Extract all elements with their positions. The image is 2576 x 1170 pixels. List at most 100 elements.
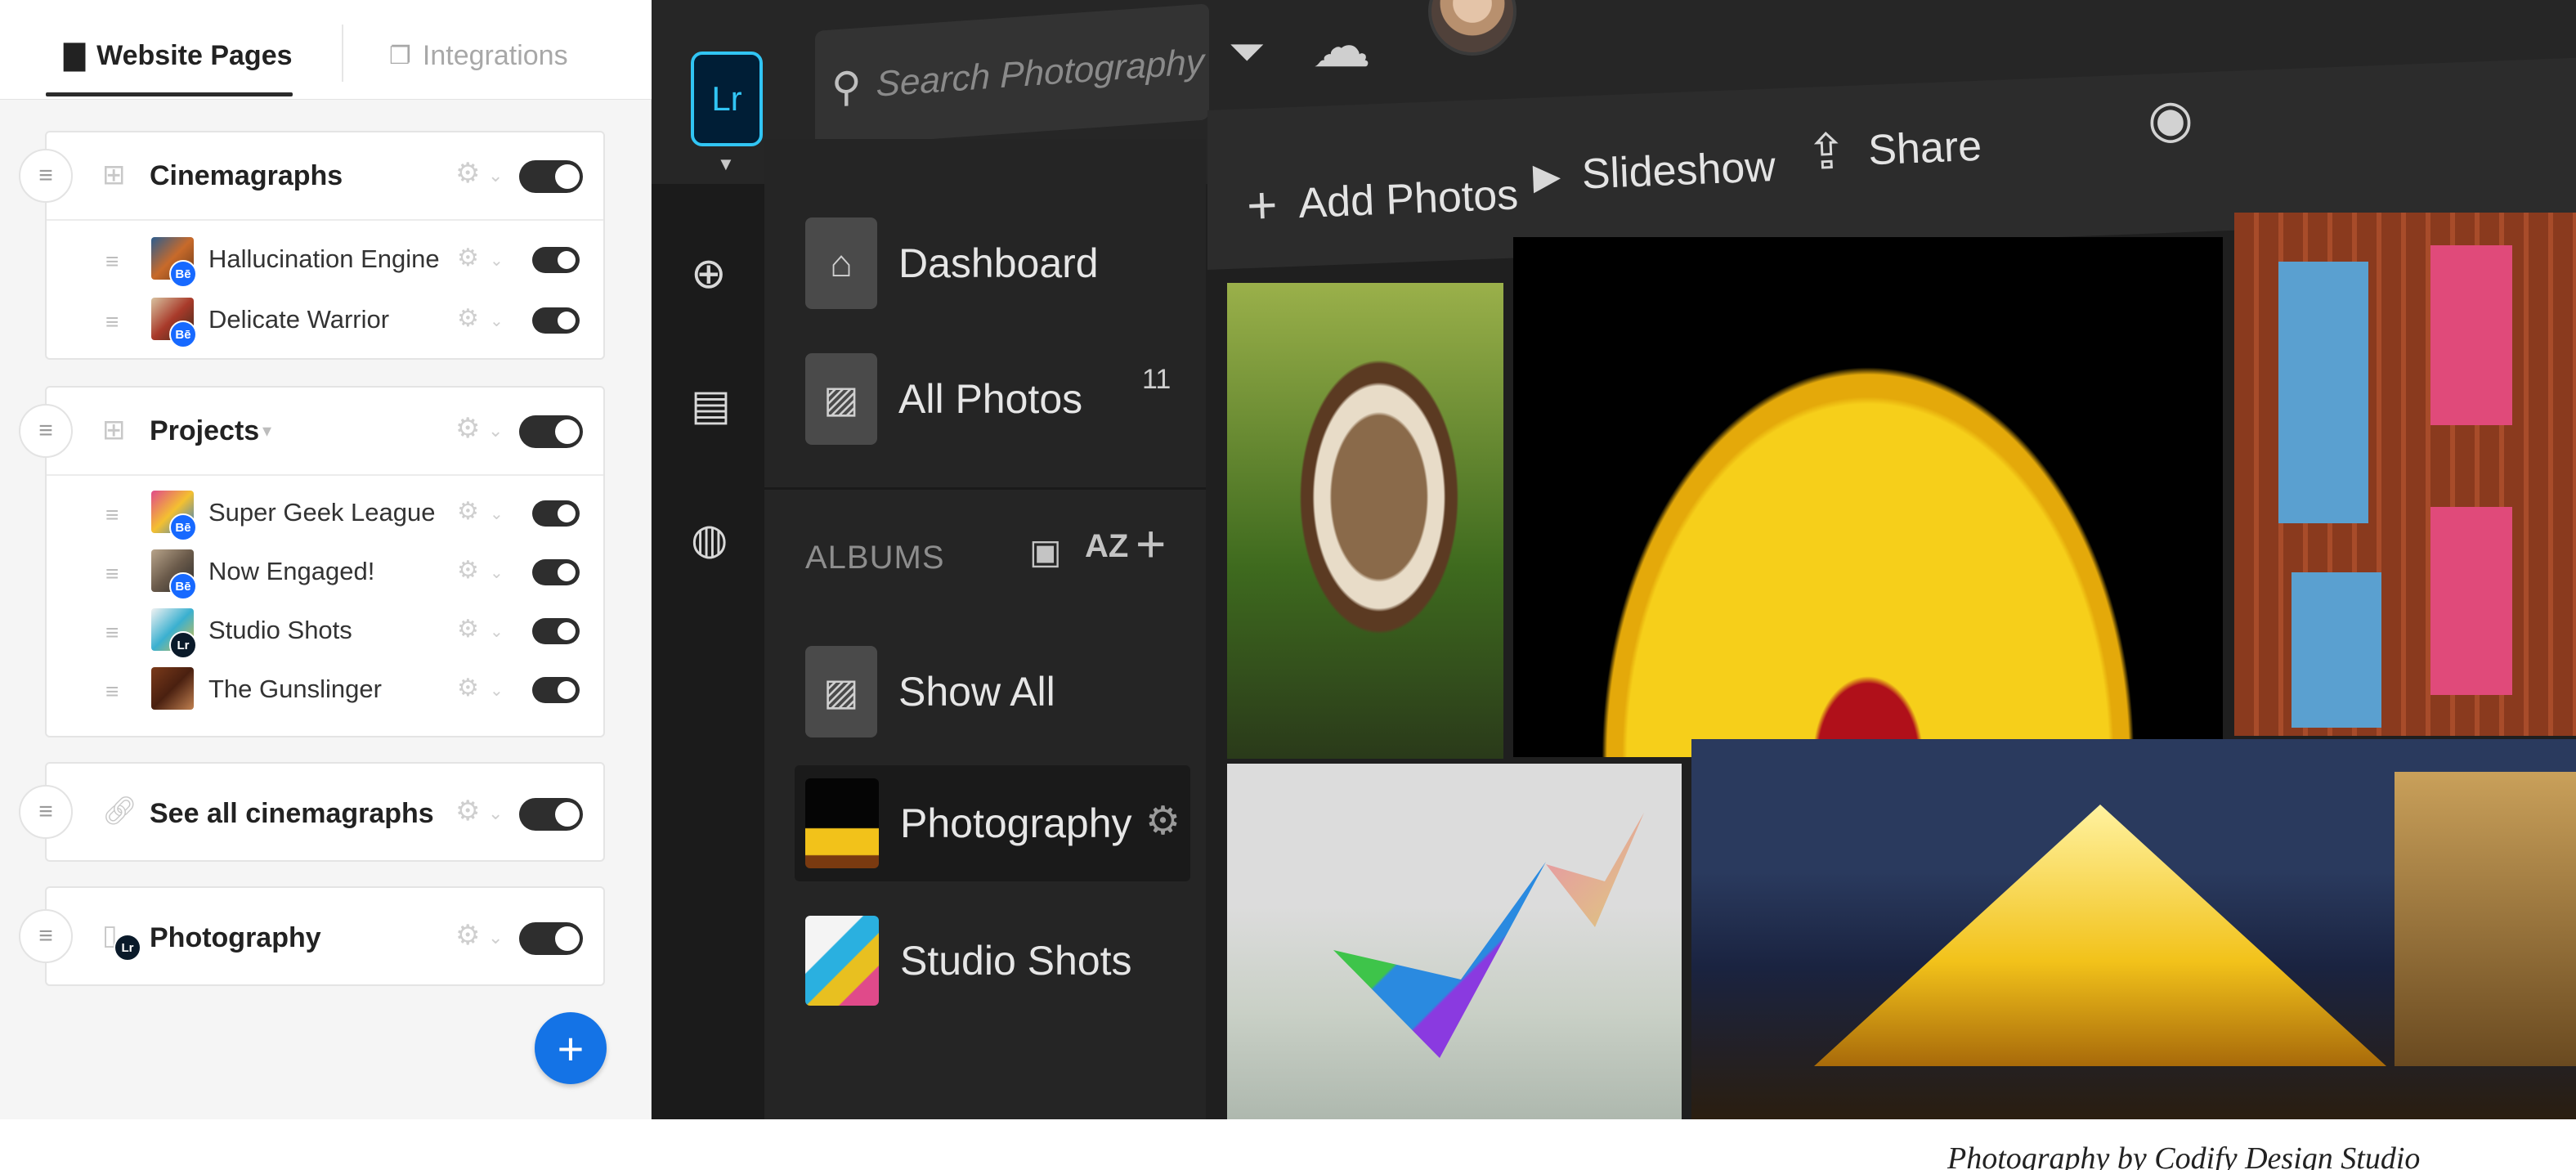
chevron-down-icon[interactable]: ⌄	[488, 420, 503, 442]
photo-count: 11	[1142, 364, 1172, 395]
list-item[interactable]: ≡ Bē Now Engaged! ⚙ ⌄	[47, 543, 603, 602]
group-header: ≡ ▯ Lr Photography ⚙ ⌄	[19, 888, 603, 975]
add-photos-button[interactable]: + Add Photos	[1246, 164, 1520, 235]
group-header: ≡ 🔗︎ See all cinemagraphs ⚙ ⌄	[19, 764, 603, 850]
gallery-grid-icon: ⊞	[102, 415, 126, 446]
settings-gear-icon[interactable]: ⚙	[455, 795, 480, 827]
photo-icon: ▨	[805, 646, 877, 737]
settings-gear-icon[interactable]: ⚙	[455, 412, 480, 445]
settings-gear-icon[interactable]: ⚙	[457, 615, 479, 643]
sort-az-button[interactable]: AZ	[1085, 528, 1128, 565]
drag-handle-icon[interactable]: ≡	[105, 561, 119, 587]
album-show-all[interactable]: ▨ Show All	[805, 646, 1055, 737]
photo-hawk[interactable]	[1227, 283, 1503, 759]
settings-gear-icon[interactable]: ⚙	[457, 556, 479, 585]
tab-integrations[interactable]: ❐ Integrations	[389, 31, 568, 80]
group-label: Photography	[150, 922, 321, 953]
lightroom-logo[interactable]: Lr	[691, 52, 763, 146]
chevron-down-icon[interactable]: ⌄	[488, 165, 503, 186]
eye-icon[interactable]: ◉	[2148, 88, 2193, 150]
share-label: Share	[1867, 122, 1983, 175]
group-card-projects: ≡ ⊞ Projects ▾ ⚙ ⌄ ≡ Bē Super Geek Leagu…	[19, 386, 605, 737]
link-icon: 🔗︎	[102, 796, 138, 827]
gallery-grid-icon: ⊞	[102, 159, 126, 191]
divider	[47, 219, 603, 221]
photo-origami[interactable]	[1227, 764, 1682, 1119]
chevron-down-icon[interactable]: ⌄	[490, 563, 504, 583]
settings-gear-icon[interactable]: ⚙	[457, 497, 479, 526]
visibility-toggle[interactable]	[519, 798, 583, 831]
photo-flower[interactable]	[1513, 237, 2223, 757]
chevron-down-icon[interactable]: ⌄	[488, 927, 503, 948]
photo-credit-caption: Photography by Codify Design Studio	[1947, 1141, 2421, 1170]
drag-handle-icon[interactable]: ≡	[105, 679, 119, 705]
visibility-toggle[interactable]	[532, 618, 580, 644]
drag-handle-icon[interactable]: ≡	[105, 502, 119, 528]
settings-gear-icon[interactable]: ⚙	[455, 157, 480, 190]
chevron-down-icon[interactable]: ⌄	[490, 621, 504, 642]
drag-handle[interactable]: ≡	[19, 149, 73, 203]
list-item[interactable]: ≡ Bē Hallucination Engine ⚙ ⌄	[47, 231, 603, 289]
visibility-toggle[interactable]	[532, 559, 580, 585]
visibility-toggle[interactable]	[532, 247, 580, 273]
settings-gear-icon[interactable]: ⚙	[457, 674, 479, 702]
share-button[interactable]: ⇪ Share	[1805, 118, 1983, 182]
visibility-toggle[interactable]	[519, 160, 583, 193]
album-thumbnail	[805, 916, 879, 1006]
filter-icon[interactable]: ⏷	[1229, 25, 1266, 79]
visibility-toggle[interactable]	[519, 922, 583, 955]
chevron-down-icon[interactable]: ⌄	[490, 311, 504, 331]
drag-handle[interactable]: ≡	[19, 785, 73, 839]
chevron-down-icon[interactable]: ⌄	[490, 680, 504, 701]
album-label: Studio Shots	[900, 938, 1132, 984]
drag-handle-icon[interactable]: ≡	[105, 620, 119, 646]
drag-handle[interactable]: ≡	[19, 404, 73, 458]
visibility-toggle[interactable]	[532, 677, 580, 703]
active-tab-indicator	[46, 92, 293, 96]
visibility-toggle[interactable]	[532, 307, 580, 334]
item-label: The Gunslinger	[208, 675, 382, 703]
visibility-toggle[interactable]	[519, 415, 583, 448]
search-placeholder: Search Photography	[876, 41, 1204, 105]
album-photography[interactable]: Photography	[805, 778, 1132, 868]
settings-gear-icon[interactable]: ⚙	[1145, 798, 1180, 844]
list-item[interactable]: ≡ The Gunslinger ⚙ ⌄	[47, 661, 603, 719]
slideshow-button[interactable]: ▶ Slideshow	[1532, 142, 1776, 201]
divider	[47, 474, 603, 476]
cloud-icon[interactable]: ☁	[1312, 11, 1371, 80]
tab-label: Website Pages	[96, 39, 293, 71]
calendar-icon[interactable]: ▣	[1029, 531, 1062, 572]
album-studio-shots[interactable]: Studio Shots	[805, 916, 1132, 1006]
list-item[interactable]: ≡ Lr Studio Shots ⚙ ⌄	[47, 602, 603, 661]
archive-icon[interactable]: ▤	[691, 381, 731, 430]
settings-gear-icon[interactable]: ⚙	[455, 919, 480, 952]
list-item[interactable]: ≡ Bē Super Geek League ⚙ ⌄	[47, 484, 603, 543]
chevron-down-icon[interactable]: ⌄	[490, 504, 504, 524]
divider	[764, 487, 1206, 490]
photo-louvre[interactable]	[1691, 739, 2576, 1119]
add-page-button[interactable]: +	[535, 1012, 607, 1084]
integrations-icon: ❐	[389, 42, 411, 69]
settings-gear-icon[interactable]: ⚙	[457, 244, 479, 272]
add-album-icon[interactable]: +	[1136, 513, 1166, 574]
nav-dashboard[interactable]: ⌂ Dashboard	[805, 217, 1099, 309]
settings-gear-icon[interactable]: ⚙	[457, 304, 479, 333]
caret-down-icon[interactable]: ▼	[717, 154, 735, 175]
item-label: Delicate Warrior	[208, 305, 390, 334]
album-label: Photography	[900, 800, 1132, 846]
visibility-toggle[interactable]	[532, 500, 580, 527]
drag-handle[interactable]: ≡	[19, 909, 73, 963]
list-item[interactable]: ≡ Bē Delicate Warrior ⚙ ⌄	[47, 291, 603, 350]
photo-facade[interactable]	[2234, 213, 2576, 736]
drag-handle-icon[interactable]: ≡	[105, 309, 119, 335]
chevron-down-icon[interactable]: ⌄	[490, 250, 504, 271]
tab-website-pages[interactable]: ▇ Website Pages	[64, 31, 293, 80]
chevron-down-icon[interactable]: ▾	[262, 420, 271, 442]
chevron-down-icon[interactable]: ⌄	[488, 803, 503, 824]
nav-all-photos[interactable]: ▨ All Photos	[805, 353, 1082, 445]
item-label: Super Geek League	[208, 498, 436, 527]
lightroom-badge-icon: Lr	[169, 631, 197, 659]
globe-icon[interactable]: ◍	[691, 515, 728, 564]
drag-handle-icon[interactable]: ≡	[105, 249, 119, 275]
add-circle-icon[interactable]: ⊕	[691, 249, 727, 298]
